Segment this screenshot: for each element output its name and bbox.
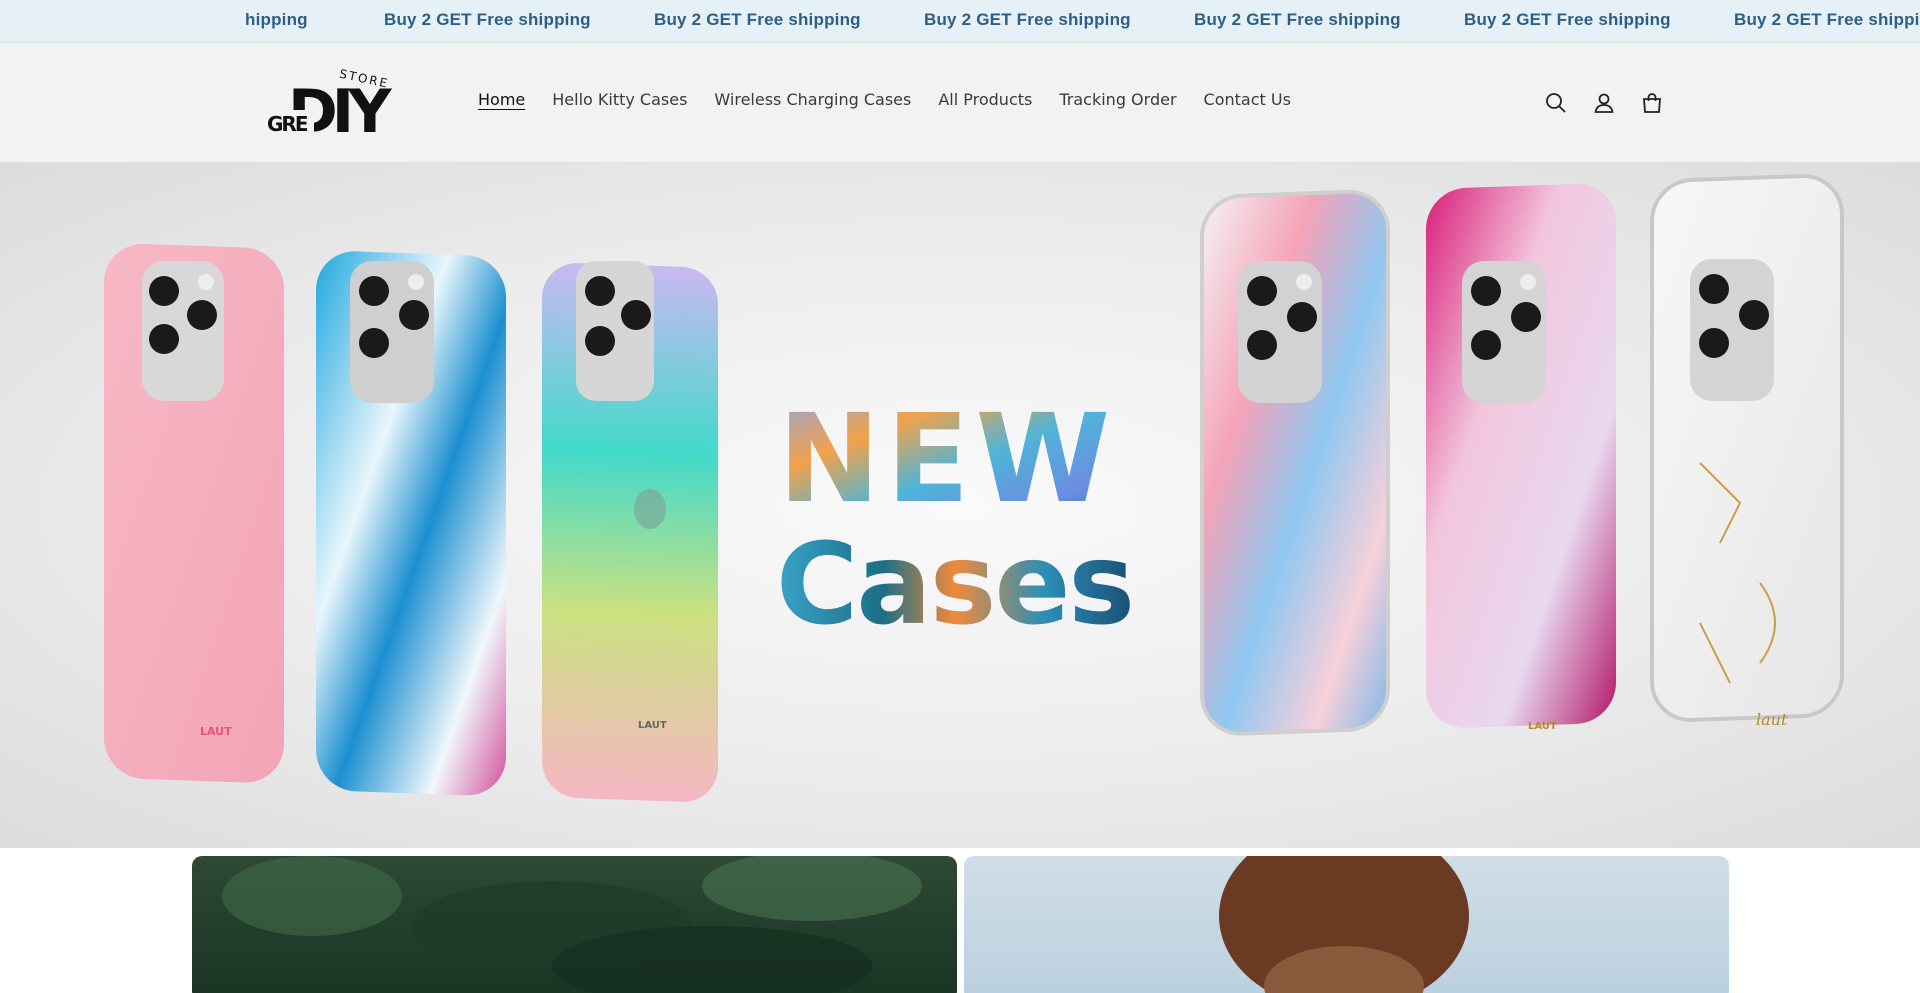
phone-case-gold-lineart: laut <box>1650 174 1844 729</box>
nav-contact-us[interactable]: Contact Us <box>1204 90 1291 109</box>
announcement-text: Buy 2 GET Free shipping <box>924 10 1131 29</box>
phone-brand-label: LAUT <box>1528 721 1557 732</box>
announcement-text: Buy 2 GET Free shipping <box>384 10 591 29</box>
hero-headline-line2: Cases <box>776 520 1133 650</box>
phone-brand-label: LAUT <box>200 725 232 738</box>
collection-card-right[interactable] <box>964 856 1729 993</box>
nav-tracking-order[interactable]: Tracking Order <box>1059 90 1176 109</box>
announcement-text: Buy 2 GET Free shipping <box>1194 10 1401 29</box>
phone-case-marble: LAUT <box>1426 183 1616 732</box>
nav-home[interactable]: Home <box>478 90 525 109</box>
announcement-text: Buy 2 GET Free shippin <box>1734 10 1920 29</box>
announcement-text: hipping <box>245 10 308 29</box>
phone-case-floral <box>1200 189 1390 736</box>
nav-wireless-charging-cases[interactable]: Wireless Charging Cases <box>714 90 911 109</box>
phone-brand-script: laut <box>1756 710 1788 729</box>
phone-case-tie-dye <box>316 251 506 796</box>
store-logo[interactable]: STORE DIY GRE <box>266 66 399 147</box>
header-actions <box>1542 89 1686 117</box>
site-header: STORE DIY GRE Home Hello Kitty Cases Wir… <box>0 43 1920 163</box>
account-icon[interactable] <box>1590 89 1618 117</box>
phone-brand-label: LAUT <box>638 720 667 731</box>
announcement-text: Buy 2 GET Free shipping <box>654 10 861 29</box>
phone-case-holographic: LAUT <box>542 261 718 802</box>
logo-gre-text: GRE <box>267 112 308 136</box>
nav-all-products[interactable]: All Products <box>938 90 1032 109</box>
cart-icon[interactable] <box>1638 89 1666 117</box>
phone-case-pink: LAUT <box>104 244 284 783</box>
main-nav: Home Hello Kitty Cases Wireless Charging… <box>478 90 1318 109</box>
nav-hello-kitty-cases[interactable]: Hello Kitty Cases <box>552 90 687 109</box>
announcement-bar: hipping Buy 2 GET Free shipping Buy 2 GE… <box>0 0 1920 43</box>
hero-headline: NEW Cases <box>776 388 1135 650</box>
search-icon[interactable] <box>1542 89 1570 117</box>
hero-headline-line1: NEW <box>778 388 1116 530</box>
announcement-text: Buy 2 GET Free shipping <box>1464 10 1671 29</box>
hero-banner[interactable]: LAUT LAUT NEW Cases LAUT laut <box>0 163 1920 848</box>
collection-card-left[interactable] <box>192 856 957 993</box>
